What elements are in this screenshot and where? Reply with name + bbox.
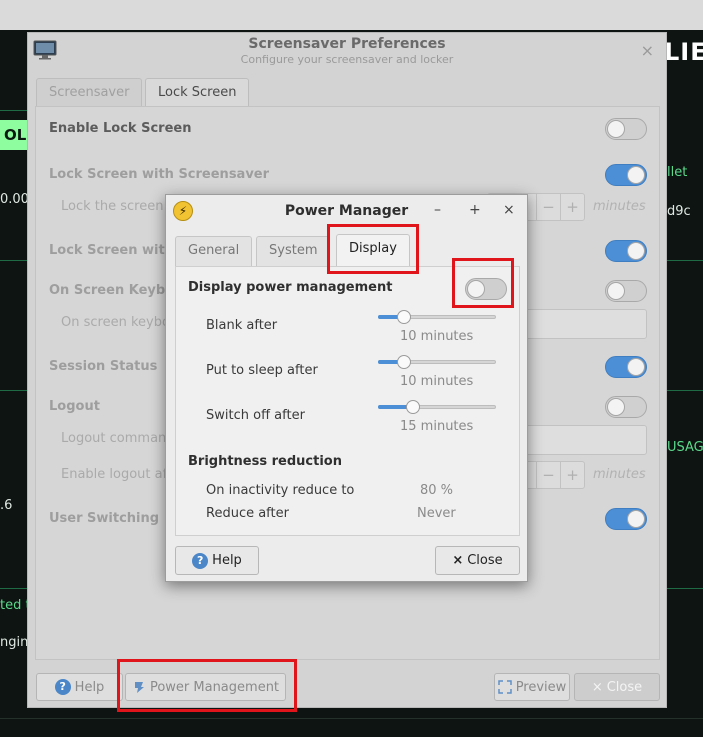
onscreen-keyboard-label: On Screen Keyb	[49, 283, 166, 298]
pm-help-button-label: Help	[212, 553, 242, 568]
background-text-2: ngin	[0, 635, 29, 650]
background-value-2: .6	[0, 498, 13, 513]
pm-close-button[interactable]: × Close	[435, 546, 520, 575]
close-icon: ×	[452, 553, 464, 568]
help-icon: ?	[54, 679, 71, 695]
lock-with-screensaver-label: Lock Screen with Screensaver	[49, 167, 270, 182]
tab-system[interactable]: System	[256, 236, 331, 266]
background-divider	[667, 260, 703, 261]
background-divider	[0, 390, 27, 391]
close-button[interactable]: × Close	[574, 673, 660, 701]
help-icon: ?	[192, 552, 209, 569]
close-icon[interactable]: ×	[503, 202, 515, 218]
background-right-text-3: USAGE	[667, 440, 703, 455]
pm-close-button-label: Close	[467, 553, 503, 568]
close-icon: ×	[591, 679, 603, 695]
blank-after-label: Blank after	[206, 318, 278, 333]
sleep-after-label: Put to sleep after	[206, 363, 318, 378]
close-icon[interactable]: ×	[641, 41, 654, 60]
help-button-label: Help	[74, 679, 105, 695]
maximize-icon[interactable]: +	[469, 202, 481, 218]
lock-with-system-toggle[interactable]	[605, 240, 647, 262]
background-right-text-2: d9c	[667, 204, 691, 219]
lock-with-screensaver-toggle[interactable]	[605, 164, 647, 186]
logout-after-unit: minutes	[593, 467, 646, 482]
blank-after-value: 10 minutes	[400, 329, 474, 344]
blank-after-slider[interactable]	[378, 310, 496, 324]
window-subtitle: Configure your screensaver and locker	[240, 53, 454, 66]
inactivity-reduce-label: On inactivity reduce to	[206, 483, 355, 498]
session-status-label: Session Status	[49, 359, 158, 374]
logout-label: Logout	[49, 399, 100, 414]
close-button-label: Close	[606, 679, 643, 695]
background-divider	[0, 260, 27, 261]
increment-button[interactable]: +	[560, 194, 584, 220]
user-switching-toggle[interactable]	[605, 508, 647, 530]
reduce-after-label: Reduce after	[206, 506, 289, 521]
logout-after-spinner[interactable]: − +	[525, 461, 585, 489]
background-divider	[667, 390, 703, 391]
pm-help-button[interactable]: ? Help	[175, 546, 259, 575]
session-status-toggle[interactable]	[605, 356, 647, 378]
background-value: 0.00	[0, 192, 29, 207]
background-title: LIE	[664, 38, 703, 66]
logout-toggle[interactable]	[605, 396, 647, 418]
preview-button-label: Preview	[515, 679, 567, 695]
tab-lock-screen[interactable]: Lock Screen	[145, 78, 250, 107]
background-top-bar	[0, 0, 703, 30]
preview-button[interactable]: Preview	[494, 673, 570, 701]
brightness-reduction-heading: Brightness reduction	[188, 454, 342, 469]
reduce-after-value[interactable]: Never	[417, 506, 456, 521]
logout-command-label: Logout comman	[61, 431, 167, 446]
lock-after-unit: minutes	[593, 199, 646, 214]
lock-after-label: Lock the screen	[61, 199, 164, 214]
highlight-display-power-toggle	[452, 258, 514, 308]
switch-off-after-label: Switch off after	[206, 408, 305, 423]
increment-button[interactable]: +	[560, 462, 584, 488]
background-divider	[0, 588, 27, 589]
enable-logout-after-label: Enable logout af	[61, 467, 168, 482]
power-manager-titlebar[interactable]: ⚡ Power Manager – + ×	[166, 195, 527, 227]
user-switching-label: User Switching	[49, 511, 160, 526]
logout-command-field[interactable]	[525, 425, 647, 455]
onscreen-keyboard-command-label: On screen keybo	[61, 315, 170, 330]
tab-general[interactable]: General	[175, 236, 253, 266]
enable-lock-screen-label: Enable Lock Screen	[49, 121, 192, 136]
enable-lock-screen-toggle[interactable]	[605, 118, 647, 140]
highlight-power-management	[117, 659, 297, 712]
background-divider	[0, 718, 703, 719]
sleep-after-value: 10 minutes	[400, 374, 474, 389]
window-title: Screensaver Preferences	[248, 36, 446, 52]
onscreen-keyboard-toggle[interactable]	[605, 280, 647, 302]
minimize-icon[interactable]: –	[434, 202, 441, 218]
onscreen-keyboard-command-field[interactable]	[525, 309, 647, 339]
fullscreen-icon	[497, 680, 512, 694]
background-right-text-1: llet	[667, 165, 688, 180]
lock-with-system-label: Lock Screen wit	[49, 243, 165, 258]
sleep-after-slider[interactable]	[378, 355, 496, 369]
help-button[interactable]: ? Help	[36, 673, 123, 701]
highlight-display-tab	[327, 224, 419, 274]
switch-off-after-value: 15 minutes	[400, 419, 474, 434]
inactivity-reduce-value[interactable]: 80 %	[420, 483, 453, 498]
screensaver-titlebar[interactable]: Screensaver Preferences Configure your s…	[28, 33, 666, 73]
switch-off-after-slider[interactable]	[378, 400, 496, 414]
background-badge: OL	[0, 120, 31, 150]
tab-screensaver[interactable]: Screensaver	[36, 78, 143, 106]
background-divider	[667, 588, 703, 589]
background-text-1: ted t	[0, 598, 31, 613]
decrement-button[interactable]: −	[536, 462, 560, 488]
decrement-button[interactable]: −	[536, 194, 560, 220]
background-divider	[0, 110, 27, 111]
display-power-management-label: Display power management	[188, 280, 393, 295]
